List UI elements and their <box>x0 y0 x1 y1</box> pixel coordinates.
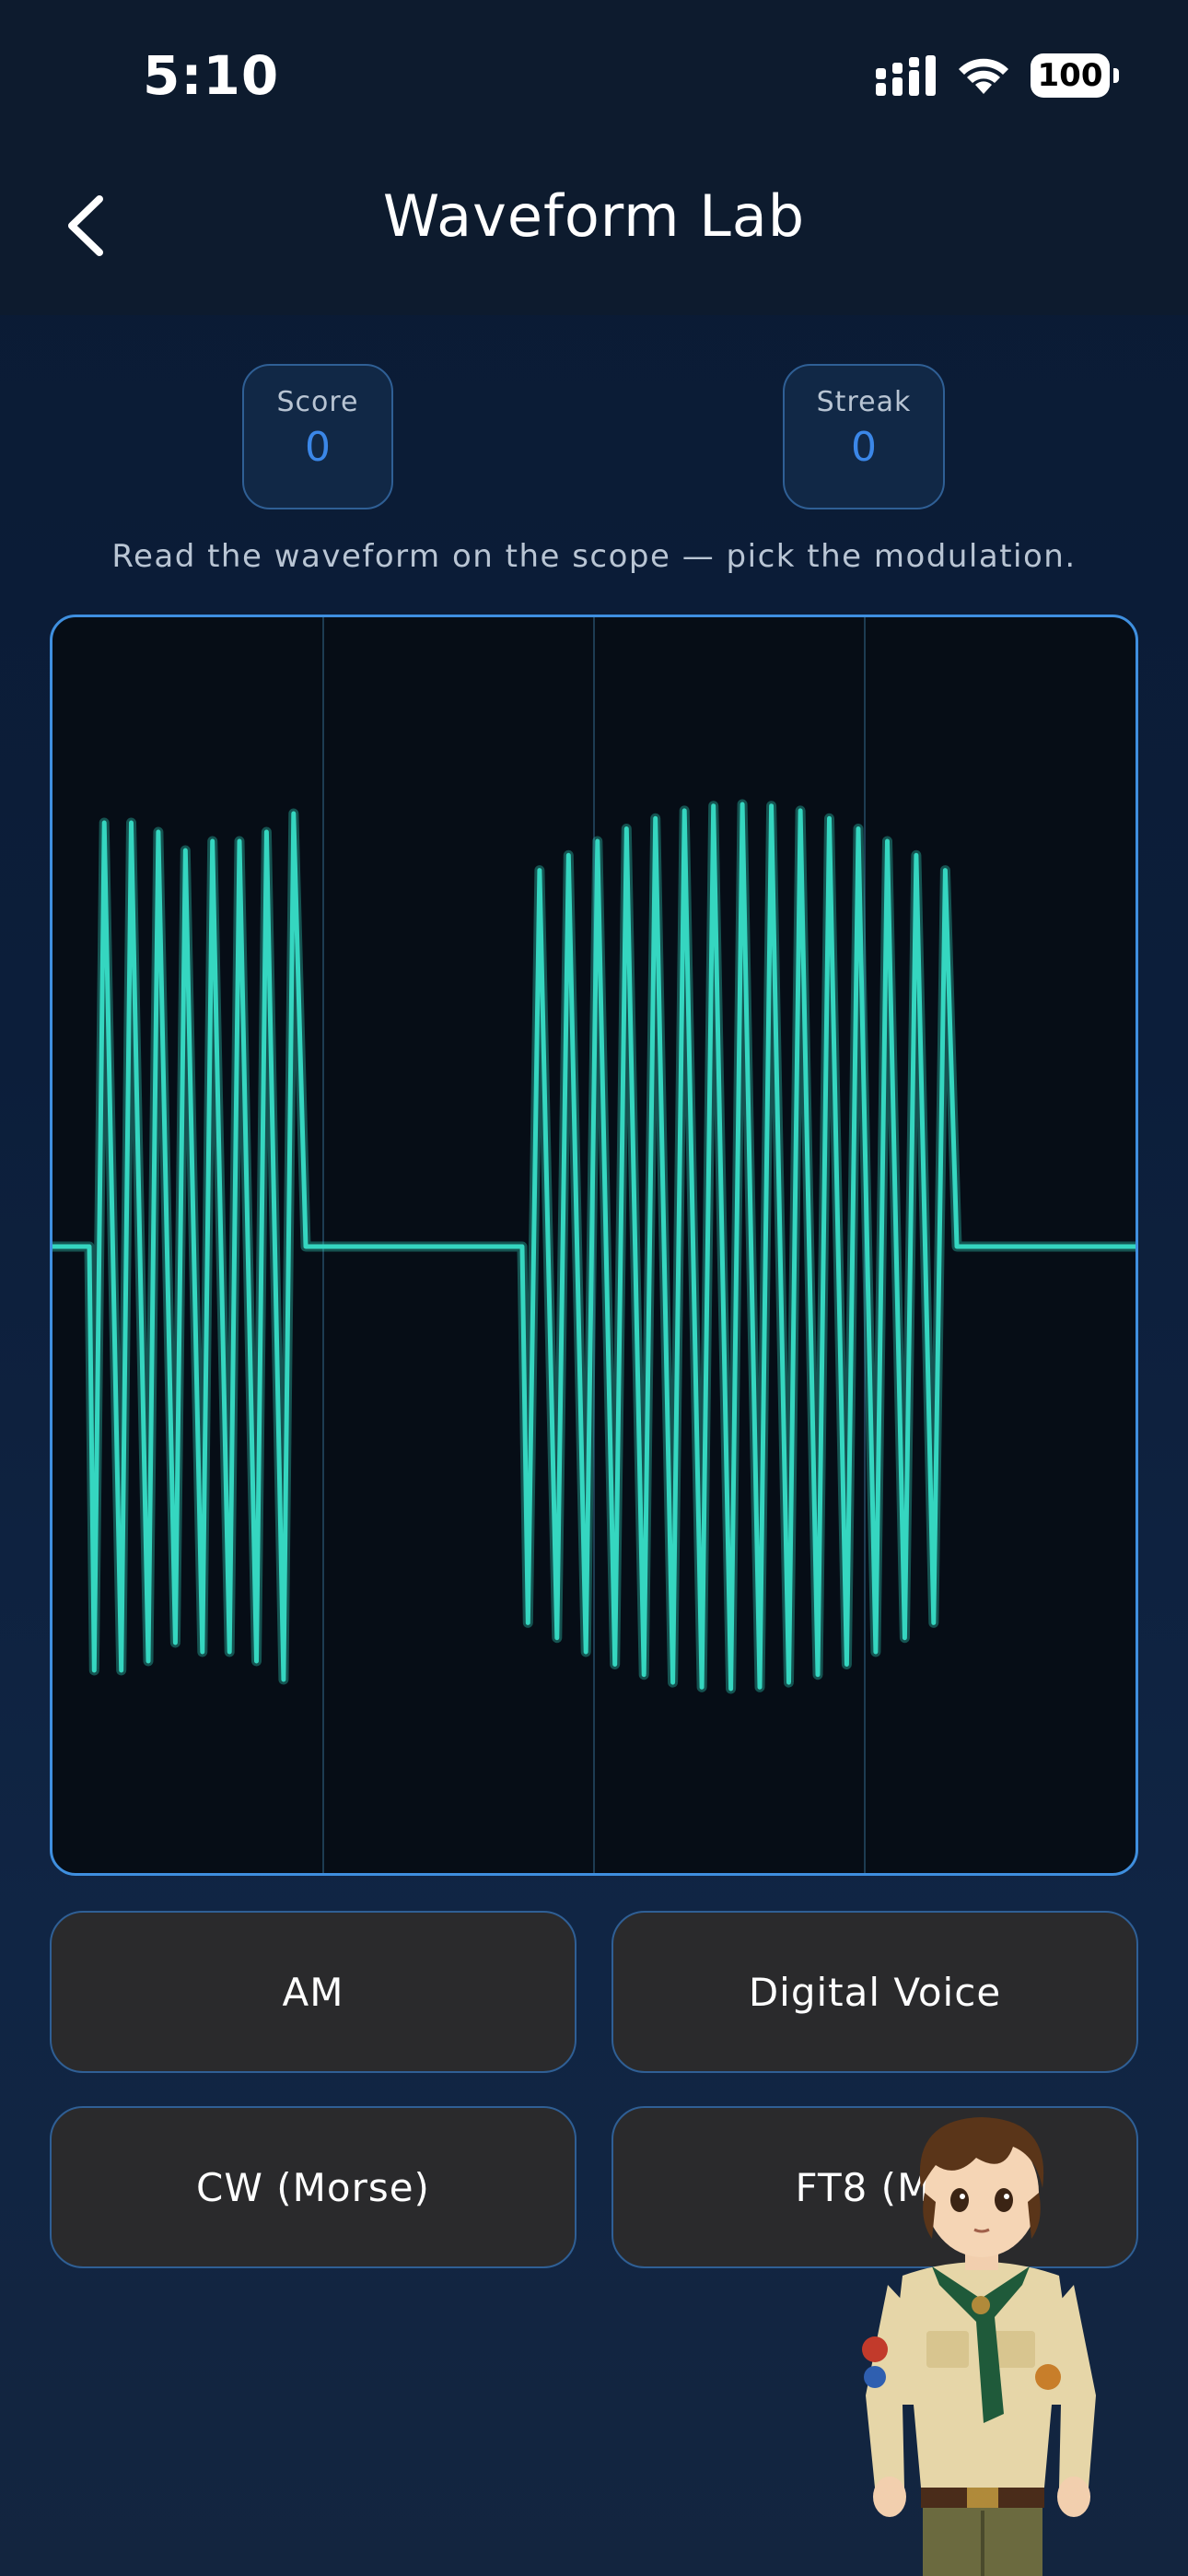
signal-icon <box>876 55 936 96</box>
answer-button-cw-morse[interactable]: CW (Morse) <box>50 2106 577 2268</box>
score-value: 0 <box>305 424 331 471</box>
score-label: Score <box>276 386 359 418</box>
answer-label: AM <box>282 1969 344 2015</box>
streak-box: Streak 0 <box>783 364 945 509</box>
status-icons: 100 <box>876 53 1119 98</box>
streak-value: 0 <box>851 424 877 471</box>
waveform-plot <box>52 617 1136 1873</box>
header: 5:10 100 Waveform Lab <box>0 0 1188 315</box>
oscilloscope-display <box>50 615 1138 1876</box>
battery-indicator: 100 <box>1031 53 1119 98</box>
page-title: Waveform Lab <box>382 182 806 250</box>
battery-level: 100 <box>1037 57 1103 94</box>
wifi-icon <box>959 58 1008 94</box>
score-box: Score 0 <box>242 364 393 509</box>
answer-label: CW (Morse) <box>196 2164 430 2210</box>
streak-label: Streak <box>816 386 912 418</box>
answer-button-digital-voice[interactable]: Digital Voice <box>611 1911 1138 2073</box>
status-time: 5:10 <box>143 44 280 107</box>
answer-label: Digital Voice <box>748 1969 1002 2015</box>
scout-mascot <box>862 2117 1096 2576</box>
instruction-text: Read the waveform on the scope — pick th… <box>111 538 1077 575</box>
answer-button-am[interactable]: AM <box>50 1911 577 2073</box>
